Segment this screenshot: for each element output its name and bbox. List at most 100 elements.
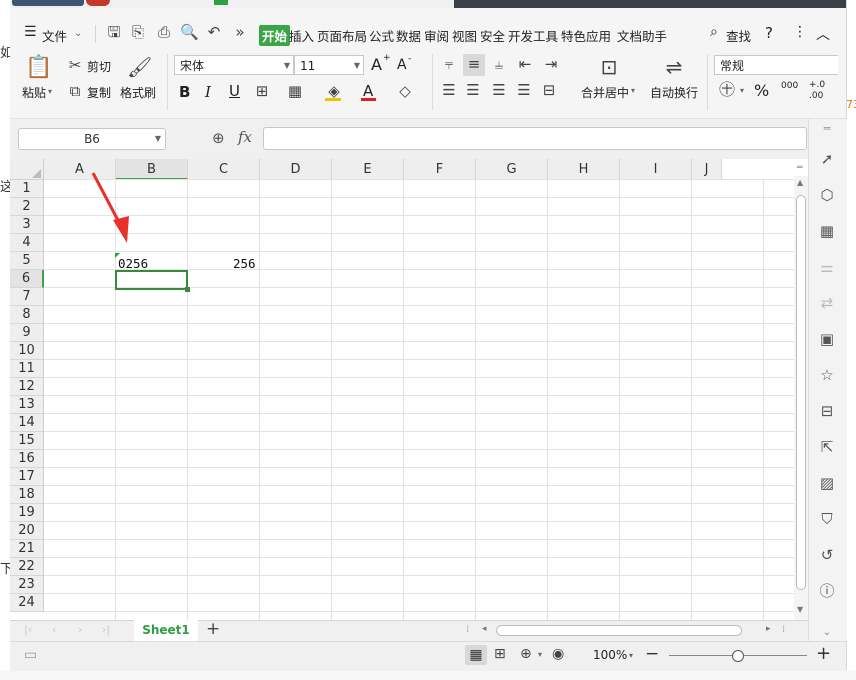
zoom-out-button[interactable]: − xyxy=(645,644,659,664)
column-header-F[interactable]: F xyxy=(404,159,476,180)
italic-button[interactable]: I xyxy=(205,83,211,101)
decrease-decimal-button[interactable]: .00 xyxy=(809,91,823,101)
next-sheet-icon[interactable]: › xyxy=(78,623,82,636)
row-header-15[interactable]: 15 xyxy=(10,432,44,450)
split-handle-icon[interactable]: ═ xyxy=(797,163,802,173)
format-painter-button[interactable]: 格式刷 xyxy=(120,84,156,101)
tab-review[interactable]: 审阅 xyxy=(424,26,449,45)
row-header-3[interactable]: 3 xyxy=(10,216,44,234)
select-pointer-icon[interactable]: ➚ xyxy=(818,150,836,168)
tab-insert[interactable]: 插入 xyxy=(289,26,314,45)
decrease-indent-icon[interactable]: ⇤ xyxy=(516,54,534,74)
export-icon[interactable]: ⎘ xyxy=(129,23,147,41)
shrink-font-button[interactable]: A xyxy=(397,57,407,73)
tab-doc-assistant[interactable]: 文档助手 xyxy=(617,26,667,45)
row-header-8[interactable]: 8 xyxy=(10,306,44,324)
hamburger-icon[interactable]: ☰ xyxy=(24,24,37,40)
tab-formulas[interactable]: 公式 xyxy=(369,26,394,45)
row-header-24[interactable]: 24 xyxy=(10,594,44,612)
table-icon[interactable]: ▦ xyxy=(818,222,836,240)
search-button[interactable]: 查找 xyxy=(726,26,751,45)
insert-function-button[interactable]: fx xyxy=(238,128,252,146)
history-icon[interactable]: ↺ xyxy=(818,546,836,564)
align-middle-icon[interactable]: ≡ xyxy=(463,54,485,76)
macro-record-icon[interactable]: ▭ xyxy=(24,647,37,663)
tab-special-apps[interactable]: 特色应用 xyxy=(561,26,611,45)
collapse-ribbon-icon[interactable]: ︿ xyxy=(816,24,830,44)
tab-data[interactable]: 数据 xyxy=(396,26,421,45)
chevron-down-icon[interactable]: ▾ xyxy=(538,650,542,659)
increase-indent-icon[interactable]: ⇥ xyxy=(542,54,560,74)
row-header-17[interactable]: 17 xyxy=(10,468,44,486)
help-icon[interactable]: ? xyxy=(765,24,773,42)
horizontal-scroll-thumb[interactable] xyxy=(496,625,742,636)
row-header-10[interactable]: 10 xyxy=(10,342,44,360)
row-header-1[interactable]: 1 xyxy=(10,180,44,198)
share-icon[interactable]: ⇱ xyxy=(818,438,836,456)
reading-mode-icon[interactable]: ⊕ xyxy=(520,646,532,662)
paste-dropdown-icon[interactable]: ▾ xyxy=(48,87,52,96)
chevron-down-icon[interactable]: ▼ xyxy=(284,56,290,76)
scroll-down-icon[interactable]: ▼ xyxy=(797,605,803,614)
panel-collapse-icon[interactable]: ⌄ xyxy=(818,624,836,642)
row-header-21[interactable]: 21 xyxy=(10,540,44,558)
align-right-icon[interactable]: ☰ xyxy=(490,80,508,100)
scroll-up-icon[interactable]: ▲ xyxy=(797,178,803,187)
column-header-E[interactable]: E xyxy=(332,159,404,180)
formula-input[interactable] xyxy=(263,127,807,150)
normal-view-icon[interactable]: ▦ xyxy=(465,645,487,665)
search-icon[interactable]: ⌕ xyxy=(710,24,718,40)
shapes-icon[interactable]: ⬡ xyxy=(818,186,836,204)
row-header-9[interactable]: 9 xyxy=(10,324,44,342)
zoom-level[interactable]: 100% xyxy=(593,648,627,662)
panel-handle-icon[interactable]: ═ xyxy=(818,120,836,138)
print-preview-icon[interactable]: 🔍 xyxy=(180,23,199,41)
chevron-down-icon[interactable]: ▼ xyxy=(354,56,360,76)
wrap-text-icon[interactable]: ⇌ xyxy=(661,54,687,80)
merge-center-icon[interactable]: ⊡ xyxy=(596,54,622,80)
first-sheet-icon[interactable]: |‹ xyxy=(24,623,32,636)
file-menu[interactable]: 文件 xyxy=(42,26,67,45)
gallery-icon[interactable]: ▣ xyxy=(818,330,836,348)
tab-page-layout[interactable]: 页面布局 xyxy=(317,26,367,45)
chevron-down-icon[interactable]: ⌄ xyxy=(74,28,82,39)
sheet-tab[interactable]: Sheet1 xyxy=(134,620,198,641)
paste-icon[interactable]: 📋 xyxy=(24,54,54,82)
font-name-select[interactable]: 宋体 ▼ xyxy=(174,55,294,75)
transfer-icon[interactable]: ⇄ xyxy=(818,294,836,312)
more-options-icon[interactable]: ⋮ xyxy=(793,24,807,40)
grow-font-button[interactable]: A xyxy=(371,55,382,74)
archive-icon[interactable]: ⊟ xyxy=(818,402,836,420)
row-header-6[interactable]: 6 xyxy=(10,270,44,288)
align-bottom-icon[interactable]: ⫨ xyxy=(490,54,508,74)
tab-split-handle-icon[interactable]: ⁞ xyxy=(782,624,785,635)
print-icon[interactable]: ⎙ xyxy=(155,23,173,41)
save-icon[interactable]: 🖫 xyxy=(105,23,123,41)
copy-button[interactable]: 复制 xyxy=(87,84,111,101)
row-header-16[interactable]: 16 xyxy=(10,450,44,468)
tab-home[interactable]: 开始 xyxy=(259,25,291,46)
font-size-select[interactable]: 11 ▼ xyxy=(294,55,364,75)
document-tab[interactable] xyxy=(12,0,84,6)
row-header-4[interactable]: 4 xyxy=(10,234,44,252)
column-header-G[interactable]: G xyxy=(476,159,548,180)
number-format-select[interactable]: 常规 xyxy=(714,55,838,75)
align-top-icon[interactable]: ⫧ xyxy=(440,54,458,74)
row-header-19[interactable]: 19 xyxy=(10,504,44,522)
zoom-slider-knob[interactable] xyxy=(732,650,744,662)
align-left-icon[interactable]: ☰ xyxy=(440,80,458,100)
zoom-search-icon[interactable]: ⊕ xyxy=(212,129,225,147)
filter-settings-icon[interactable]: ⚌ xyxy=(818,258,836,276)
row-header-18[interactable]: 18 xyxy=(10,486,44,504)
add-sheet-button[interactable]: + xyxy=(206,619,220,639)
select-all-corner[interactable] xyxy=(10,159,44,180)
prev-sheet-icon[interactable]: ‹ xyxy=(52,623,56,636)
percent-button[interactable]: % xyxy=(754,81,769,100)
tab-developer[interactable]: 开发工具 xyxy=(508,26,558,45)
scissors-icon[interactable]: ✂ xyxy=(66,55,84,75)
cell-B5[interactable]: 0256 xyxy=(118,256,148,271)
borders-icon[interactable]: ⊞ xyxy=(253,81,271,101)
last-sheet-icon[interactable]: ›| xyxy=(102,623,110,636)
paste-button[interactable]: 粘贴 xyxy=(22,84,46,101)
more-quick-access-icon[interactable]: » xyxy=(231,23,249,41)
